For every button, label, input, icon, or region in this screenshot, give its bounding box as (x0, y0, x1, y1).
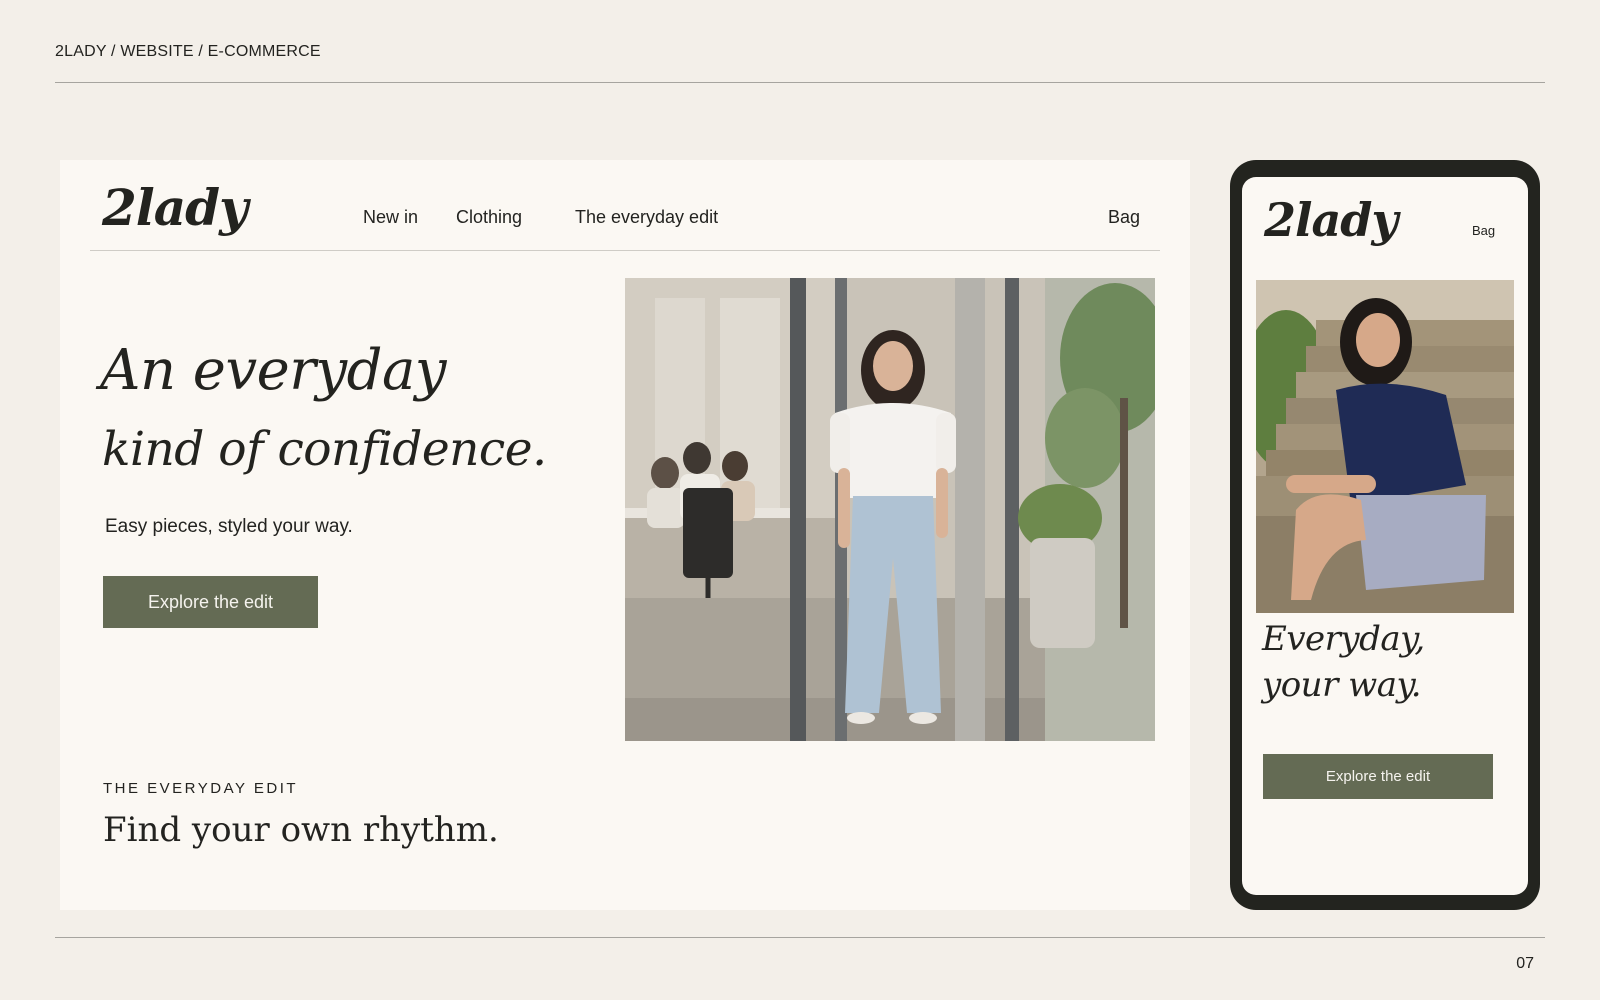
breadcrumb: 2LADY / WEBSITE / E-COMMERCE (55, 43, 321, 60)
nav-everyday-edit[interactable]: The everyday edit (575, 207, 718, 228)
desktop-mockup: 2lady New in Clothing The everyday edit … (60, 160, 1190, 910)
bottom-divider (55, 937, 1545, 938)
hero-subheading: Easy pieces, styled your way. (105, 516, 353, 537)
mobile-bag-link[interactable]: Bag (1472, 223, 1495, 238)
mobile-hero-image (1256, 280, 1514, 613)
top-divider (55, 82, 1545, 83)
mobile-headline-line1: Everyday, (1262, 619, 1425, 659)
section-title: Find your own rhythm. (103, 810, 499, 850)
mobile-mockup: 2lady Bag Everyday, your way. Explore th… (1230, 160, 1540, 910)
hero-headline-line1: An everyday (100, 338, 447, 403)
mobile-explore-button[interactable]: Explore the edit (1263, 754, 1493, 799)
mobile-brand-logo[interactable]: 2lady (1264, 193, 1398, 247)
mobile-headline-line2: your way. (1262, 665, 1422, 705)
hero-image (625, 278, 1155, 741)
bag-link[interactable]: Bag (1108, 207, 1140, 228)
page-number: 07 (1516, 955, 1534, 972)
section-eyebrow: THE EVERYDAY EDIT (103, 780, 299, 797)
explore-button[interactable]: Explore the edit (103, 576, 318, 628)
mobile-screen: 2lady Bag Everyday, your way. Explore th… (1242, 177, 1528, 895)
nav-divider (90, 250, 1160, 251)
nav-clothing[interactable]: Clothing (456, 207, 522, 228)
brand-logo[interactable]: 2lady (102, 178, 248, 237)
hero-headline-line2: kind of confidence. (102, 422, 547, 477)
nav-new-in[interactable]: New in (363, 207, 418, 228)
